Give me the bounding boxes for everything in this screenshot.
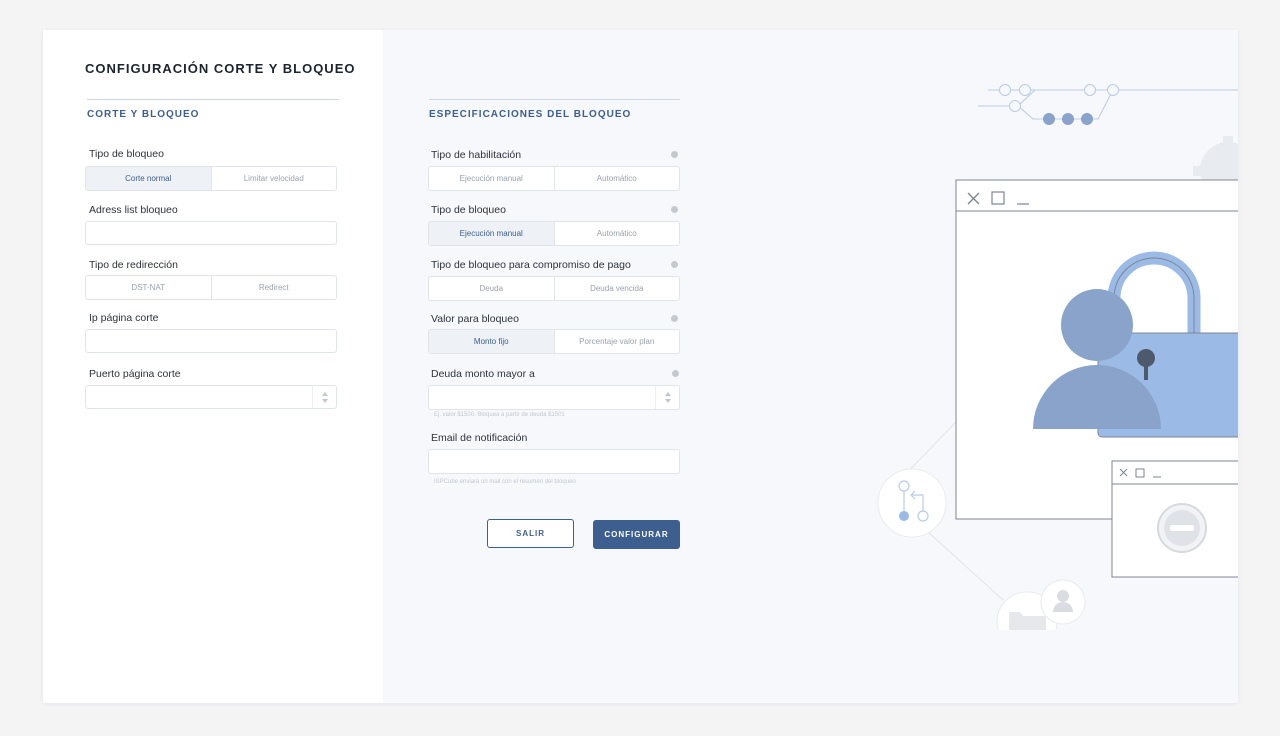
segmented-tipo-bloqueo: Corte normal Limitar velocidad — [85, 166, 337, 191]
label-tipo-habilitacion: Tipo de habilitación — [431, 149, 522, 161]
page-title: CONFIGURACIÓN CORTE Y BLOQUEO — [85, 61, 356, 76]
section-title-especificaciones: ESPECIFICACIONES DEL BLOQUEO — [429, 109, 632, 120]
section-divider — [429, 99, 680, 100]
email-input[interactable] — [428, 449, 680, 474]
email-hint: ISPCube enviará un mail con el resumen d… — [434, 479, 576, 485]
segmented-tipo-bloqueo-right: Ejecución manual Automático — [428, 221, 680, 246]
label-valor-bloqueo: Valor para bloqueo — [431, 313, 519, 325]
label-ip-pagina: Ip página corte — [89, 312, 159, 324]
spin-down-icon[interactable] — [664, 399, 671, 403]
segmented-tipo-bloqueo-pago: Deuda Deuda vencida — [428, 276, 680, 301]
segmented-tipo-habilitacion: Ejecución manual Automático — [428, 166, 680, 191]
option-ejecucion-manual[interactable]: Ejecución manual — [429, 167, 554, 190]
puerto-pagina-input[interactable] — [85, 385, 337, 409]
spin-down-icon[interactable] — [321, 398, 328, 403]
user-icon — [1040, 579, 1086, 625]
label-adress-list: Adress list bloqueo — [89, 204, 178, 216]
option-deuda[interactable]: Deuda — [429, 277, 554, 300]
option-automatico[interactable]: Automático — [553, 167, 680, 190]
number-spinner[interactable] — [655, 386, 679, 409]
info-icon[interactable] — [671, 206, 678, 213]
option-redirect[interactable]: Redirect — [210, 276, 337, 299]
label-tipo-bloqueo-pago: Tipo de bloqueo para compromiso de pago — [431, 259, 631, 271]
security-illustration — [877, 84, 1238, 630]
info-icon[interactable] — [671, 151, 678, 158]
option-automatico[interactable]: Automático — [553, 222, 680, 245]
label-puerto-pagina: Puerto página corte — [89, 368, 181, 380]
circuit-decoration — [978, 84, 1238, 125]
segmented-valor-bloqueo: Monto fijo Porcentaje valor plan — [428, 329, 680, 354]
section-title-corte: CORTE Y BLOQUEO — [87, 109, 200, 120]
section-divider — [87, 99, 339, 100]
label-deuda-monto: Deuda monto mayor a — [431, 368, 535, 380]
option-limitar-velocidad[interactable]: Limitar velocidad — [210, 167, 337, 190]
info-icon[interactable] — [671, 315, 678, 322]
info-icon[interactable] — [672, 370, 679, 377]
number-spinner[interactable] — [312, 386, 336, 408]
label-tipo-bloqueo: Tipo de bloqueo — [89, 148, 164, 160]
secondary-window — [1111, 460, 1238, 578]
git-branch-icon — [877, 468, 947, 538]
config-card: CONFIGURACIÓN CORTE Y BLOQUEO CORTE Y BL… — [43, 30, 1238, 703]
info-icon[interactable] — [671, 261, 678, 268]
label-tipo-bloqueo-right: Tipo de bloqueo — [431, 204, 506, 216]
spin-up-icon[interactable] — [664, 392, 671, 396]
option-monto-fijo[interactable]: Monto fijo — [429, 330, 554, 353]
deuda-monto-hint: Ej. valor $1500. Bloquea a partir de deu… — [434, 412, 565, 418]
exit-button[interactable]: SALIR — [487, 519, 574, 548]
adress-list-input[interactable] — [85, 221, 337, 245]
ip-pagina-input[interactable] — [85, 329, 337, 353]
segmented-tipo-redireccion: DST-NAT Redirect — [85, 275, 337, 300]
configure-button[interactable]: CONFIGURAR — [593, 520, 680, 549]
spin-up-icon[interactable] — [321, 391, 328, 396]
option-deuda-vencida[interactable]: Deuda vencida — [553, 277, 680, 300]
deuda-monto-input[interactable] — [428, 385, 680, 410]
option-corte-normal[interactable]: Corte normal — [86, 167, 211, 190]
option-ejecucion-manual[interactable]: Ejecución manual — [429, 222, 554, 245]
option-porcentaje-valor-plan[interactable]: Porcentaje valor plan — [553, 330, 680, 353]
option-dst-nat[interactable]: DST-NAT — [86, 276, 211, 299]
label-email: Email de notificación — [431, 432, 528, 444]
blocked-icon — [1157, 503, 1207, 553]
label-tipo-redireccion: Tipo de redirección — [89, 259, 178, 271]
